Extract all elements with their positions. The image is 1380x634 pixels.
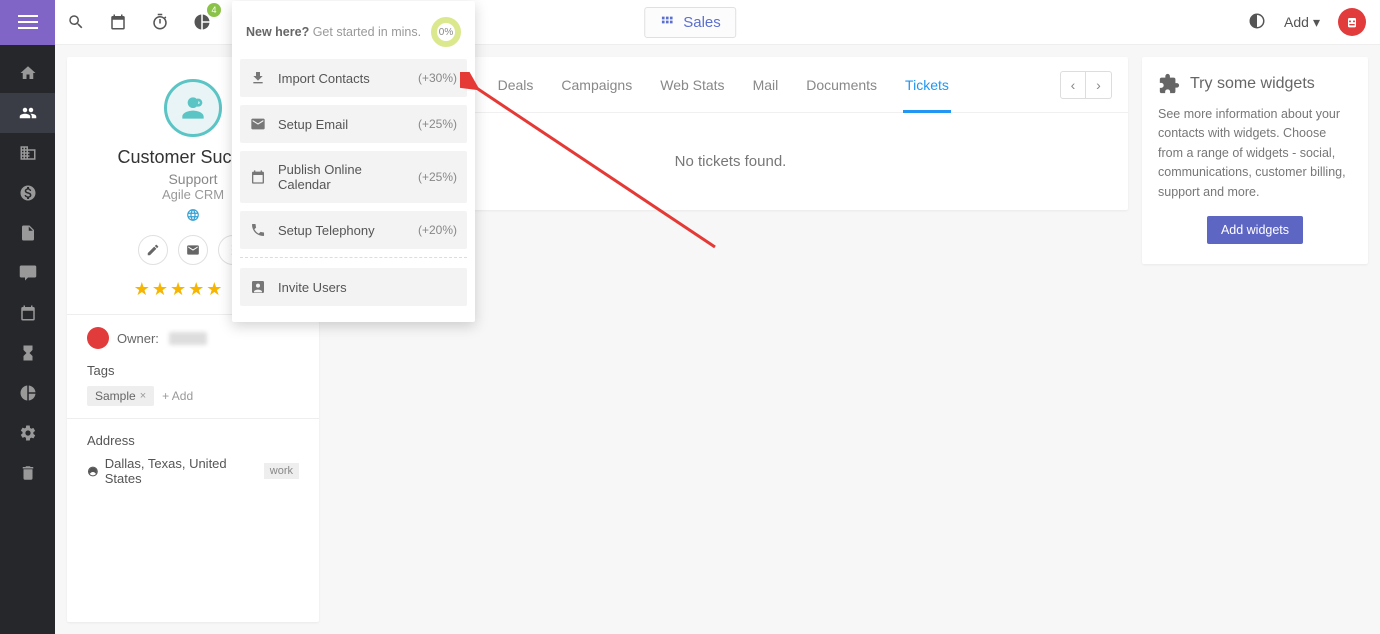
contrast-icon[interactable] — [1248, 12, 1266, 33]
person-icon — [250, 279, 266, 295]
widgets-card: Try some widgets See more information ab… — [1142, 57, 1368, 264]
analytics-icon[interactable]: 4 — [181, 1, 223, 43]
sidebar-reports[interactable] — [0, 373, 55, 413]
address-row: Dallas, Texas, United States work — [87, 456, 299, 486]
workspace-switcher[interactable]: Sales — [644, 7, 736, 38]
globe-icon — [87, 465, 99, 478]
tab-nav: ‹ › — [1060, 71, 1112, 99]
star-icon: ★ — [170, 279, 186, 300]
sidebar-calendar[interactable] — [0, 293, 55, 333]
sidebar-companies[interactable] — [0, 133, 55, 173]
tab-prev-button[interactable]: ‹ — [1060, 71, 1086, 99]
owner-row: Owner: — [87, 327, 299, 349]
sidebar-contacts[interactable] — [0, 93, 55, 133]
sidebar-trash[interactable] — [0, 453, 55, 493]
owner-avatar — [87, 327, 109, 349]
tag-chip[interactable]: Sample× — [87, 386, 154, 406]
sidebar-cases[interactable] — [0, 253, 55, 293]
star-icon: ★ — [188, 279, 204, 300]
caret-down-icon: ▾ — [1313, 14, 1320, 31]
menu-toggle[interactable] — [0, 0, 55, 45]
hamburger-icon — [18, 15, 38, 29]
dropdown-publish-online-calendar[interactable]: Publish Online Calendar(+25%) — [240, 151, 467, 203]
download-icon — [250, 70, 266, 86]
widgets-header: Try some widgets — [1158, 73, 1352, 95]
tab-campaigns[interactable]: Campaigns — [547, 57, 646, 113]
sidebar-deals[interactable] — [0, 173, 55, 213]
onboarding-dropdown: New here? Get started in mins. 0% Import… — [232, 1, 475, 322]
tags-label: Tags — [87, 363, 299, 378]
tab-next-button[interactable]: › — [1086, 71, 1112, 99]
top-icons: 4 — [55, 1, 223, 43]
address-value: Dallas, Texas, United States — [105, 456, 252, 486]
mail-icon — [250, 116, 266, 132]
tags-row: Sample× + Add — [87, 386, 299, 406]
notification-badge: 4 — [207, 3, 221, 17]
phone-icon — [250, 222, 266, 238]
dropdown-setup-telephony[interactable]: Setup Telephony(+20%) — [240, 211, 467, 249]
edit-button[interactable] — [138, 235, 168, 265]
dropdown-header: New here? Get started in mins. 0% — [240, 9, 467, 59]
tag-add-button[interactable]: + Add — [162, 389, 193, 403]
add-widgets-button[interactable]: Add widgets — [1207, 216, 1303, 244]
progress-badge: 0% — [431, 17, 461, 47]
widgets-body: See more information about your contacts… — [1158, 105, 1352, 202]
add-button[interactable]: Add ▾ — [1284, 14, 1320, 31]
dropdown-import-contacts[interactable]: Import Contacts(+30%) — [240, 59, 467, 97]
star-icon: ★ — [134, 279, 150, 300]
email-button[interactable] — [178, 235, 208, 265]
user-avatar[interactable] — [1338, 8, 1366, 36]
star-icon: ★ — [206, 279, 222, 300]
address-label: Address — [87, 433, 299, 448]
workspace-label: Sales — [683, 14, 721, 31]
tab-mail[interactable]: Mail — [739, 57, 793, 113]
timer-icon[interactable] — [139, 1, 181, 43]
tab-documents[interactable]: Documents — [792, 57, 891, 113]
sidebar-activities[interactable] — [0, 333, 55, 373]
widgets-column: Try some widgets See more information ab… — [1142, 57, 1368, 622]
widgets-title: Try some widgets — [1190, 75, 1315, 93]
calendar-icon — [250, 169, 266, 185]
topbar: 4 Sales Add ▾ — [0, 0, 1380, 45]
puzzle-icon — [1158, 73, 1180, 95]
tag-remove-icon[interactable]: × — [140, 390, 146, 402]
contact-avatar — [164, 79, 222, 137]
tab-tickets[interactable]: Tickets — [891, 57, 963, 113]
tab-web-stats[interactable]: Web Stats — [646, 57, 738, 113]
sidebar-settings[interactable] — [0, 413, 55, 453]
dropdown-setup-email[interactable]: Setup Email(+25%) — [240, 105, 467, 143]
grid-icon — [659, 14, 675, 30]
add-label: Add — [1284, 14, 1309, 30]
address-type: work — [264, 463, 299, 479]
sidebar-documents[interactable] — [0, 213, 55, 253]
dropdown-invite-users[interactable]: Invite Users — [240, 268, 467, 306]
star-icon: ★ — [152, 279, 168, 300]
top-right: Add ▾ — [1248, 8, 1366, 36]
sidebar — [0, 45, 55, 634]
calendar-icon[interactable] — [97, 1, 139, 43]
owner-label: Owner: — [117, 331, 159, 346]
tab-deals[interactable]: Deals — [484, 57, 548, 113]
owner-name — [169, 332, 207, 345]
search-icon[interactable] — [55, 1, 97, 43]
sidebar-home[interactable] — [0, 53, 55, 93]
